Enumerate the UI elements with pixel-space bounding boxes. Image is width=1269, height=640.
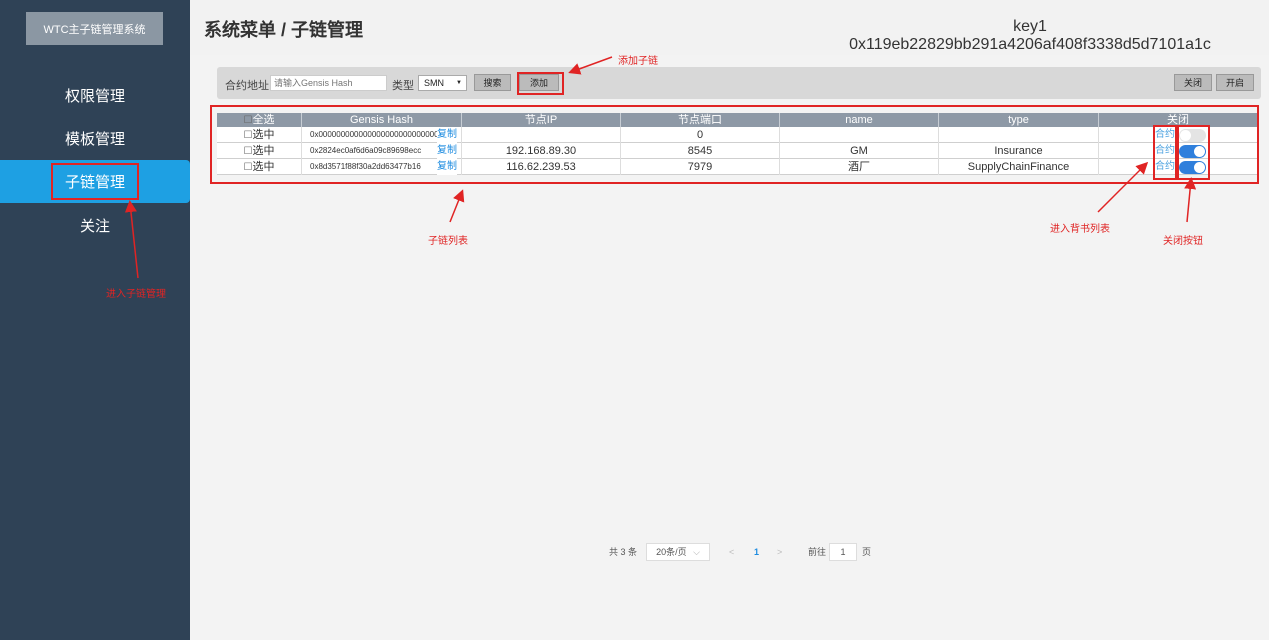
sidebar-item-follow[interactable]: 关注 — [0, 204, 190, 247]
dropdown-arrow-icon: ▼ — [456, 80, 462, 86]
next-page-icon[interactable]: > — [777, 543, 782, 561]
annotation-endorse-list: 进入背书列表 — [1050, 224, 1110, 235]
type-select-value: SMN — [424, 78, 444, 88]
key-value: 0x119eb22829bb291a4206af408f3338d5d7101a… — [849, 36, 1211, 53]
sidebar-item-permissions[interactable]: 权限管理 — [0, 74, 190, 117]
page-number-current[interactable]: 1 — [754, 543, 759, 561]
sidebar-item-label: 关注 — [79, 218, 110, 235]
key-label: key1 — [1013, 18, 1047, 35]
type-select[interactable]: SMN ▼ — [418, 75, 467, 91]
annotation-subchain-list: 子链列表 — [428, 236, 468, 247]
toggle-column-highlight — [1177, 125, 1210, 180]
open-all-button[interactable]: 开启 — [1216, 74, 1254, 91]
close-all-button[interactable]: 关闭 — [1174, 74, 1212, 91]
gensis-hash-input[interactable] — [270, 75, 387, 91]
page-size-select[interactable]: 20条/页 ⌵ — [646, 543, 710, 561]
key-info: key1 0x119eb22829bb291a4206af408f3338d5d… — [840, 18, 1220, 54]
sidebar-item-templates[interactable]: 模板管理 — [0, 117, 190, 160]
goto-page-input[interactable]: 1 — [829, 543, 857, 561]
toolbar: 合约地址: 类型 SMN ▼ 搜索 添加 关闭 开启 — [217, 67, 1261, 99]
goto-label: 前往 — [808, 547, 827, 557]
contract-column-highlight — [1153, 125, 1177, 180]
type-label: 类型 — [392, 80, 414, 92]
sidebar-item-label: 权限管理 — [64, 88, 125, 105]
app-logo: WTC主子链管理系统 — [26, 12, 163, 45]
page-title: 系统菜单 / 子链管理 — [204, 20, 364, 40]
annotation-subchain-menu: 进入子链管理 — [106, 289, 166, 300]
subchain-list-highlight — [210, 105, 1259, 184]
sidebar: WTC主子链管理系统 权限管理 模板管理 子链管理 关注 — [0, 0, 190, 640]
chevron-down-icon: ⌵ — [693, 547, 700, 557]
contract-address-label: 合约地址: — [225, 80, 273, 92]
annotation-add-subchain: 添加子链 — [618, 56, 658, 67]
page-suffix: 页 — [862, 547, 872, 557]
sidebar-item-label: 模板管理 — [64, 131, 125, 148]
sidebar-item-subchains[interactable]: 子链管理 — [0, 160, 190, 203]
annotation-close-button: 关闭按钮 — [1163, 236, 1203, 247]
search-button[interactable]: 搜索 — [474, 74, 511, 91]
page-size-value: 20条/页 — [656, 547, 687, 557]
sidebar-item-label: 子链管理 — [50, 163, 139, 200]
add-button-highlight — [517, 72, 564, 95]
prev-page-icon[interactable]: < — [729, 543, 734, 561]
pagination-total: 共 3 条 — [609, 547, 638, 557]
